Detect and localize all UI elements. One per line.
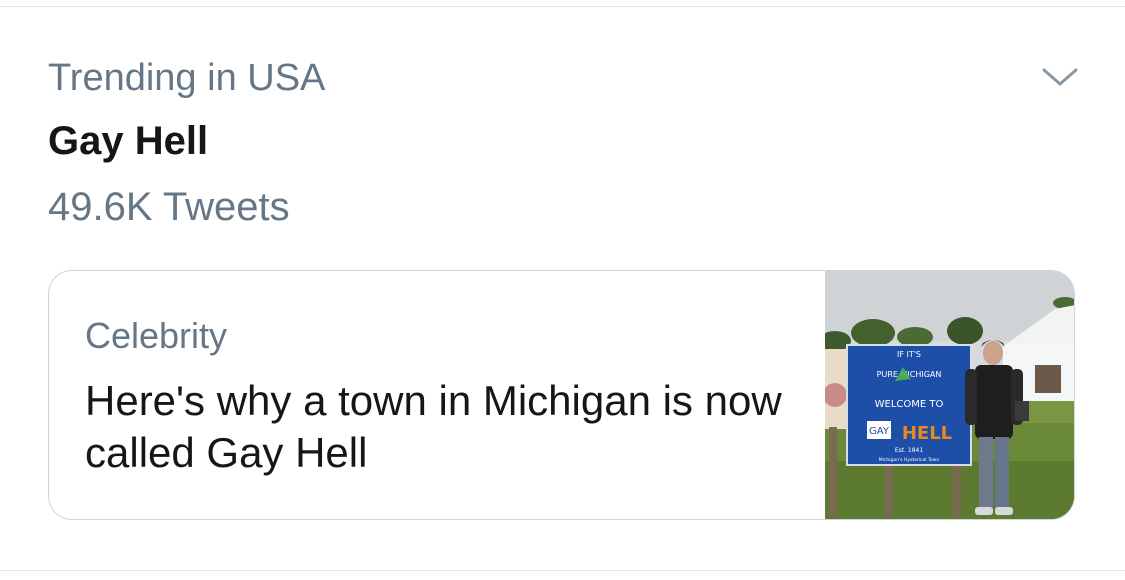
sign-est-text: Est. 1841 bbox=[895, 447, 924, 454]
chevron-down-icon[interactable] bbox=[1038, 60, 1082, 94]
sign-text-line1: IF IT'S bbox=[897, 350, 921, 359]
top-divider bbox=[0, 6, 1125, 7]
sign-text-line3: WELCOME TO bbox=[875, 399, 944, 410]
trend-title[interactable]: Gay Hell bbox=[48, 118, 208, 164]
card-headline[interactable]: Here's why a town in Michigan is now cal… bbox=[85, 375, 785, 479]
sign-tagline-text: Michigan's Hysterical Town bbox=[879, 457, 940, 463]
trend-context-label: Trending in USA bbox=[48, 57, 326, 99]
bottom-divider bbox=[0, 570, 1125, 571]
card-category: Celebrity bbox=[85, 315, 228, 356]
sign-hell-text: HELL bbox=[902, 423, 952, 444]
card-thumbnail-image: IF IT'S PURE MICHIGAN WELCOME TO GAY HEL… bbox=[825, 271, 1074, 519]
sign-overlay-text: GAY bbox=[869, 426, 890, 437]
news-card[interactable]: Celebrity Here's why a town in Michigan … bbox=[48, 270, 1075, 520]
tweet-count: 49.6K Tweets bbox=[48, 185, 290, 229]
